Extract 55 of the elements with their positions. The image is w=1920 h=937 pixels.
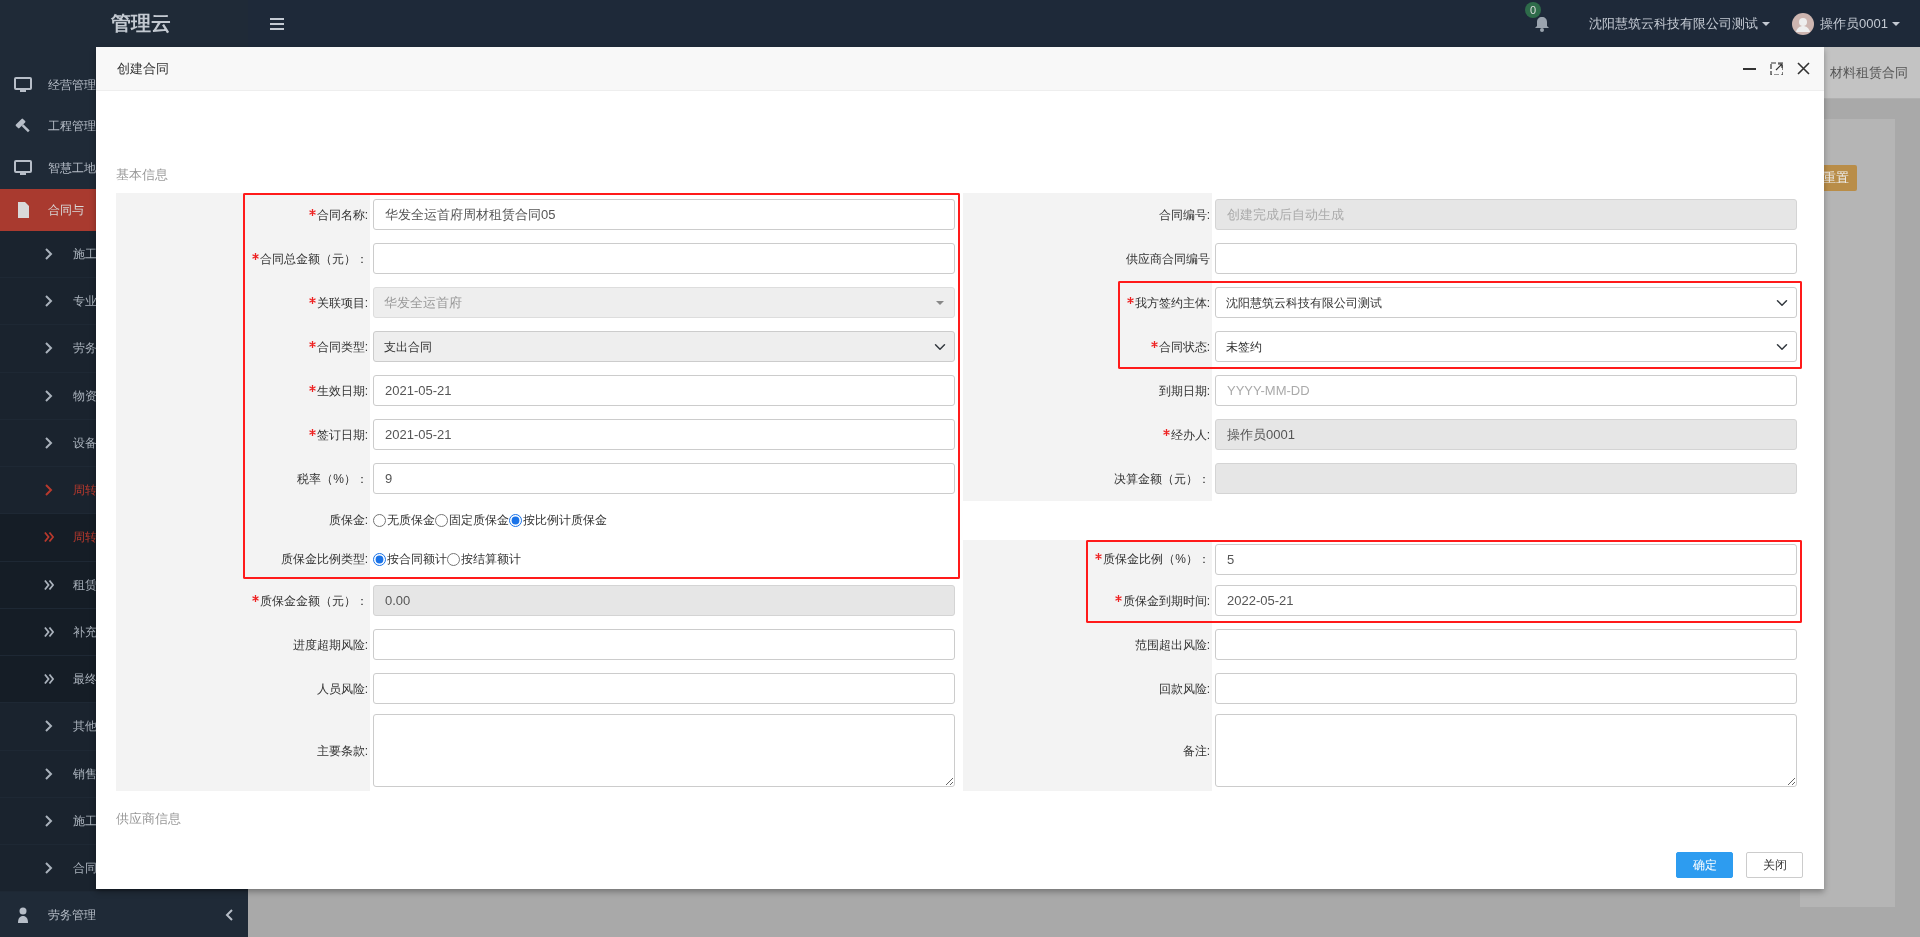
field-label: 备注: xyxy=(1182,742,1210,760)
field-label: 合同名称: xyxy=(308,205,368,224)
field-label: 回款风险: xyxy=(1158,680,1210,698)
field-label: 质保金比例类型: xyxy=(280,551,368,568)
sidebar-label: 其他 xyxy=(73,718,97,736)
field-label: 合同状态: xyxy=(1150,337,1210,356)
dialog-title: 创建合同 xyxy=(117,59,169,78)
section-title: 基本信息 xyxy=(116,166,169,184)
app-logo: 管理云 xyxy=(110,11,172,37)
field-label: 质保金到期时间: xyxy=(1114,591,1210,610)
sidebar-label: 周转 xyxy=(73,482,97,500)
sidebar-label: 租赁 xyxy=(73,576,97,594)
field-label: 税率（%）： xyxy=(297,470,368,488)
radio-label: 按合同额计 xyxy=(387,551,447,568)
field-label: 我方签约主体: xyxy=(1126,293,1210,312)
field-label: 质保金: xyxy=(328,512,368,529)
sidebar-label: 设备 xyxy=(73,434,97,452)
field-label: 经办人: xyxy=(1162,425,1210,444)
sidebar-label: 劳务 xyxy=(73,340,97,358)
sidebar-label: 工程管理 xyxy=(48,118,96,136)
field-label: 主要条款: xyxy=(316,742,368,760)
field-label: 质保金比例（%）： xyxy=(1095,550,1210,568)
field-label: 范围超出风险: xyxy=(1134,636,1210,654)
sidebar-label: 周转 xyxy=(73,529,97,547)
field-label: 供应商合同编号 xyxy=(1126,250,1210,268)
field-label: 进度超期风险: xyxy=(292,636,368,654)
sidebar-label: 最终 xyxy=(73,671,97,689)
sidebar-label: 物资 xyxy=(73,387,97,405)
field-label: 决算金额（元）： xyxy=(1114,470,1210,488)
radio-label: 按比例计质保金 xyxy=(523,512,607,529)
sidebar-label: 合同 xyxy=(73,860,97,878)
field-label: 人员风险: xyxy=(316,680,368,698)
radio-label: 按结算额计 xyxy=(461,551,521,568)
sidebar-label: 劳务管理 xyxy=(48,906,96,924)
field-label: 到期日期: xyxy=(1158,382,1210,400)
combobox-value: 华发全运首府 xyxy=(384,293,462,312)
notification-badge: 0 xyxy=(1525,1,1542,18)
radio-label: 无质保金 xyxy=(387,512,435,529)
sidebar-label: 施工 xyxy=(73,812,97,830)
sidebar-label: 补充 xyxy=(73,623,97,641)
sidebar-label: 智慧工地 xyxy=(48,160,96,178)
field-label: 合同总金额（元）： xyxy=(252,249,368,268)
field-label: 生效日期: xyxy=(308,381,368,400)
sidebar-label: 经营管理 xyxy=(48,76,96,94)
field-label: 合同编号: xyxy=(1158,206,1210,224)
field-label: 合同类型: xyxy=(308,337,368,356)
radio-label: 固定质保金 xyxy=(449,512,509,529)
sidebar-label: 销售 xyxy=(73,765,97,783)
field-label: 质保金金额（元）： xyxy=(252,591,368,610)
field-label: 关联项目: xyxy=(308,293,368,312)
sidebar-label: 专业 xyxy=(73,293,97,311)
sidebar-label: 施工 xyxy=(73,245,97,263)
sidebar-label: 合同与 xyxy=(48,201,84,219)
section-title: 供应商信息 xyxy=(116,809,182,828)
field-label: 签订日期: xyxy=(308,425,368,444)
